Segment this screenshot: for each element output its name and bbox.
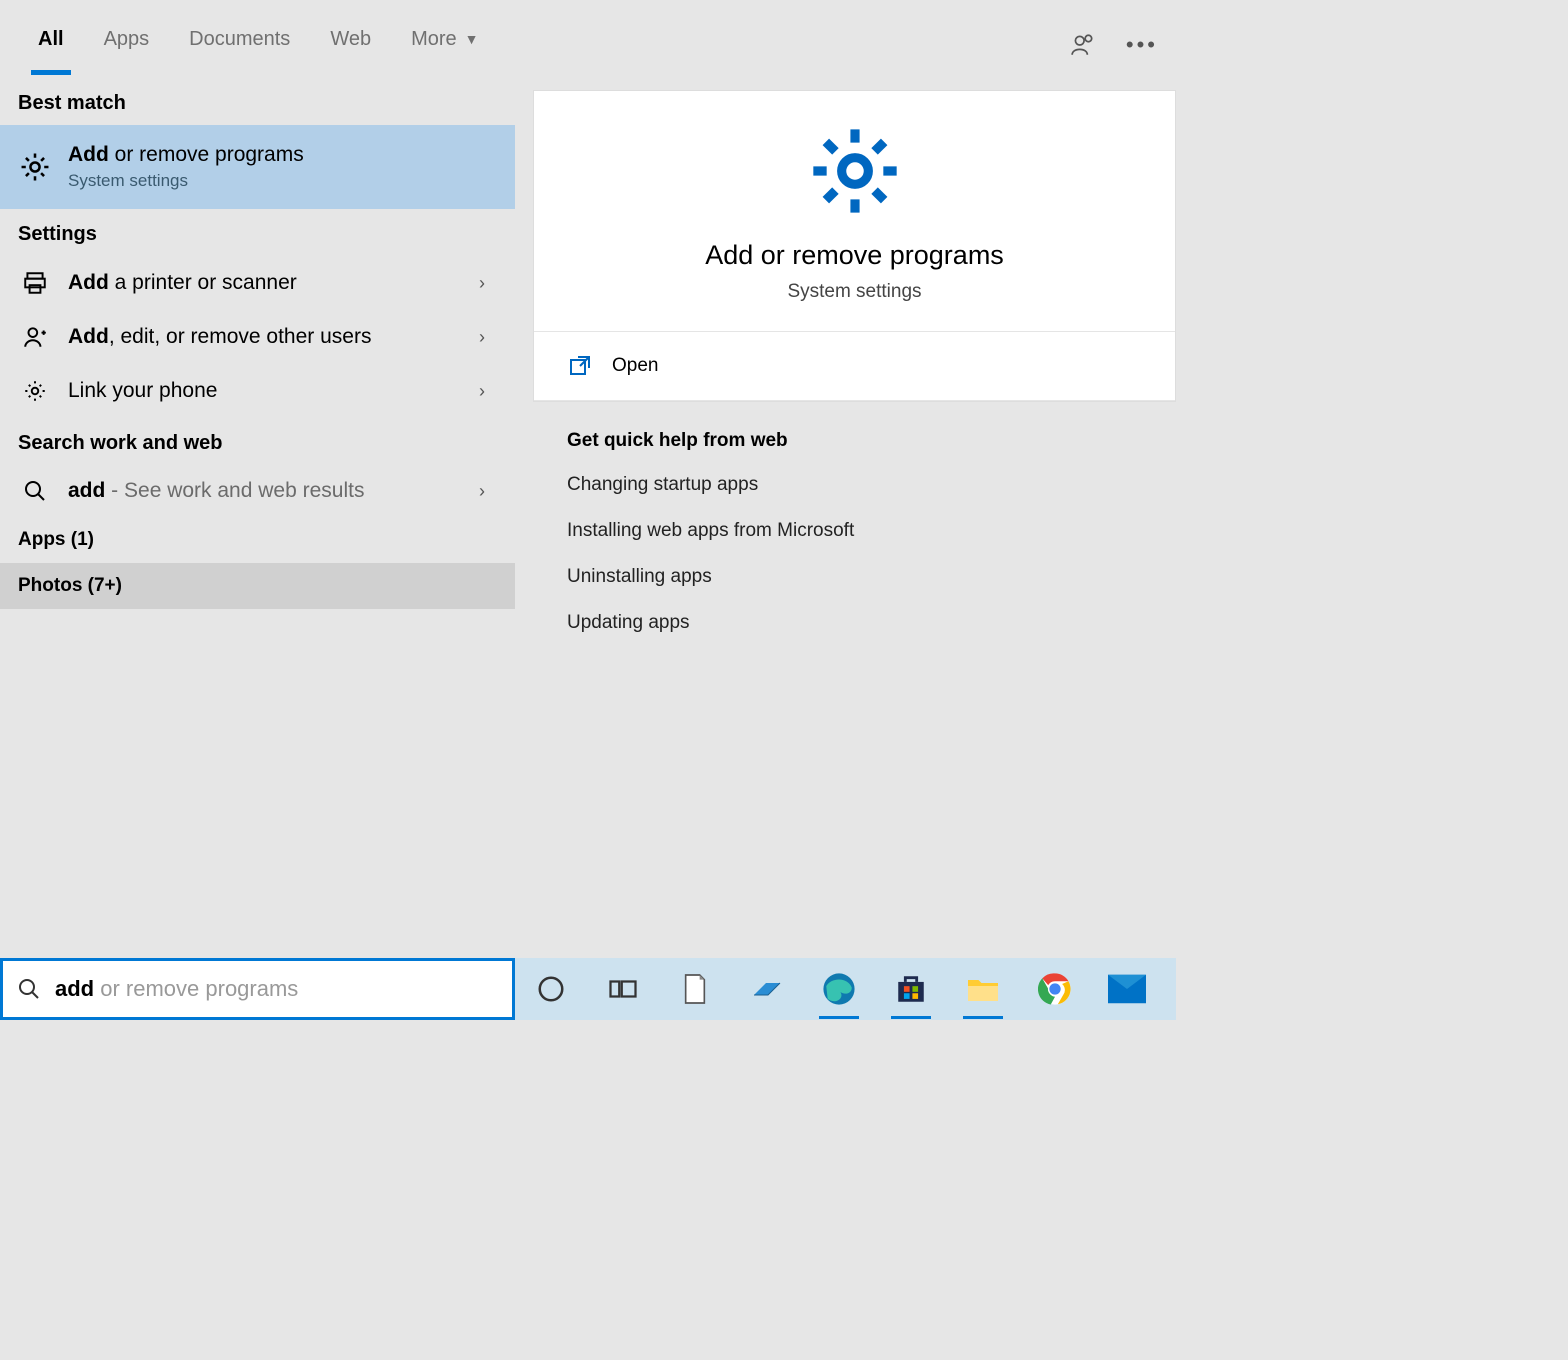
mail-icon[interactable]	[1105, 967, 1149, 1011]
chevron-down-icon: ▼	[465, 31, 479, 47]
best-match-label: Best match	[0, 78, 515, 125]
category-apps[interactable]: Apps (1)	[0, 517, 515, 563]
chevron-right-icon: ›	[479, 273, 497, 294]
best-match-subtitle: System settings	[68, 171, 497, 191]
settings-result-printer[interactable]: Add a printer or scanner ›	[0, 256, 515, 310]
search-filter-tabs: All Apps Documents Web More ▼ •••	[0, 0, 1176, 78]
search-text: add or remove programs	[55, 976, 298, 1002]
search-icon	[18, 479, 52, 503]
workweb-result[interactable]: add - See work and web results ›	[0, 465, 515, 517]
store-icon[interactable]	[889, 967, 933, 1011]
best-match-title: Add or remove programs	[68, 143, 497, 167]
cortana-icon[interactable]	[529, 967, 573, 1011]
libreoffice-icon[interactable]	[673, 967, 717, 1011]
taskbar	[515, 958, 1176, 1020]
explorer-icon[interactable]	[961, 967, 1005, 1011]
chevron-right-icon: ›	[479, 381, 497, 402]
chevron-right-icon: ›	[479, 327, 497, 348]
search-input[interactable]: add or remove programs	[0, 958, 515, 1020]
help-title: Get quick help from web	[567, 430, 1142, 452]
app-icon[interactable]	[745, 967, 789, 1011]
results-panel: Best match Add or remove programs System…	[0, 78, 515, 958]
more-options-icon[interactable]: •••	[1126, 32, 1158, 58]
gear-icon	[805, 121, 905, 221]
chevron-right-icon: ›	[479, 481, 497, 502]
tab-documents[interactable]: Documents	[187, 4, 292, 75]
tab-all[interactable]: All	[36, 4, 66, 75]
gear-icon	[18, 378, 52, 404]
tab-apps[interactable]: Apps	[102, 4, 152, 75]
gear-icon	[18, 147, 52, 187]
category-photos[interactable]: Photos (7+)	[0, 563, 515, 609]
feedback-icon[interactable]	[1070, 32, 1096, 58]
printer-icon	[18, 270, 52, 296]
edge-icon[interactable]	[817, 967, 861, 1011]
best-match-result[interactable]: Add or remove programs System settings	[0, 125, 515, 209]
open-action[interactable]: Open	[534, 332, 1175, 400]
preview-title: Add or remove programs	[554, 240, 1155, 271]
open-label: Open	[612, 355, 658, 377]
help-link[interactable]: Updating apps	[567, 612, 1142, 634]
settings-section-label: Settings	[0, 209, 515, 256]
help-link[interactable]: Uninstalling apps	[567, 566, 1142, 588]
tab-more[interactable]: More ▼	[409, 4, 480, 75]
tab-web[interactable]: Web	[328, 4, 373, 75]
help-link[interactable]: Changing startup apps	[567, 474, 1142, 496]
preview-panel: Add or remove programs System settings O…	[515, 78, 1176, 958]
user-plus-icon	[18, 324, 52, 350]
tab-more-label: More	[411, 28, 457, 51]
settings-result-title: Add, edit, or remove other users	[68, 325, 463, 349]
settings-result-phone[interactable]: Link your phone ›	[0, 364, 515, 418]
settings-result-users[interactable]: Add, edit, or remove other users ›	[0, 310, 515, 364]
workweb-result-title: add - See work and web results	[68, 479, 463, 503]
task-view-icon[interactable]	[601, 967, 645, 1011]
chrome-icon[interactable]	[1033, 967, 1077, 1011]
settings-result-title: Add a printer or scanner	[68, 271, 463, 295]
help-link[interactable]: Installing web apps from Microsoft	[567, 520, 1142, 542]
preview-subtitle: System settings	[554, 281, 1155, 303]
settings-result-title: Link your phone	[68, 379, 463, 403]
workweb-section-label: Search work and web	[0, 418, 515, 465]
search-icon	[17, 977, 41, 1001]
open-icon	[568, 354, 592, 378]
divider	[534, 400, 1175, 401]
